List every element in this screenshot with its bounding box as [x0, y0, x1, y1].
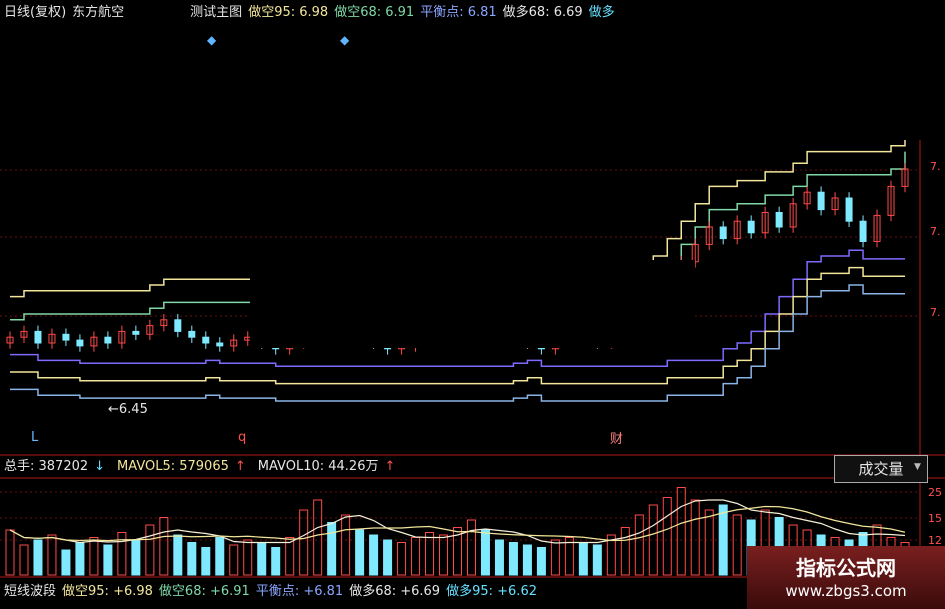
event-marker-l[interactable]: L	[31, 430, 38, 445]
volume-bar	[704, 509, 714, 576]
bottom-long-68: 做多68: +6.69	[349, 584, 441, 599]
volume-bar	[145, 524, 155, 576]
total-hands: 总手: 387202 ↓	[4, 459, 106, 474]
volume-bar	[578, 542, 588, 576]
volume-bar	[341, 514, 351, 576]
volume-bar	[369, 534, 379, 576]
down-arrow-icon: ↓	[94, 459, 106, 474]
volume-bar	[536, 547, 546, 576]
volume-bar	[313, 499, 323, 576]
diamond-marker-icon: ◆	[207, 33, 217, 47]
volume-bar	[159, 517, 169, 576]
price-annotation: ←6.45	[108, 402, 148, 417]
volume-bar	[522, 544, 532, 576]
volume-bar	[117, 532, 127, 576]
volume-bar	[271, 547, 281, 576]
volume-bar	[718, 504, 728, 576]
short-68-value: 做空68: 6.91	[334, 5, 415, 20]
volume-bar	[33, 539, 43, 576]
volume-bar	[411, 537, 421, 576]
bottom-indicator-bar: 短线波段 做空95: +6.98 做空68: +6.91 平衡点: +6.81 做多68…	[4, 583, 543, 601]
volume-bar	[327, 522, 337, 576]
volume-bar	[425, 532, 435, 576]
volume-bar	[732, 514, 742, 576]
price-axis-tick: 7.	[930, 225, 941, 238]
stock-name[interactable]: 东方航空	[72, 5, 124, 20]
volume-bar	[508, 542, 518, 576]
volume-bar	[690, 499, 700, 576]
volume-bar	[285, 537, 295, 576]
volume-bar	[620, 527, 630, 576]
long-68-value: 做多68: 6.69	[502, 5, 583, 20]
volume-bar	[5, 529, 15, 576]
chart-title: 日线(复权)	[4, 5, 67, 20]
diamond-marker-icon: ◆	[340, 33, 350, 47]
top-indicator-bar: 日线(复权) 东方航空 测试主图 做空95: 6.98 做空68: 6.91 平衡点: 6…	[4, 4, 621, 22]
watermark-url: www.zbgs3.com	[785, 582, 907, 600]
bottom-short-95: 做空95: +6.98	[62, 584, 153, 599]
volume-bar	[75, 542, 85, 576]
bottom-long-95: 做多95: +6.62	[446, 584, 537, 599]
volume-bar	[634, 514, 644, 576]
volume-bar	[173, 534, 183, 576]
volume-bar	[131, 539, 141, 576]
mavol5: MAVOL5: 579065 ↑	[117, 459, 246, 474]
mavol10: MAVOL10: 44.26万 ↑	[257, 459, 396, 474]
up-arrow-icon: ↑	[234, 459, 246, 474]
volume-bar	[89, 537, 99, 576]
chevron-down-icon[interactable]: ▼	[914, 462, 921, 472]
volume-bar	[19, 544, 29, 576]
bottom-indicator-name[interactable]: 短线波段	[4, 584, 56, 599]
price-axis-tick: 7.	[930, 306, 941, 319]
volume-axis-tick: 15	[928, 512, 942, 525]
volume-bar	[550, 539, 560, 576]
volume-axis-tick: 25	[928, 486, 942, 499]
volume-bar	[201, 547, 211, 576]
indicator-name[interactable]: 测试主图	[190, 5, 242, 20]
volume-bar	[383, 539, 393, 576]
redacted-region	[250, 260, 695, 348]
volume-bar	[439, 534, 449, 576]
volume-bar	[662, 497, 672, 576]
volume-bar	[187, 542, 197, 576]
volume-bar	[355, 529, 365, 576]
volume-bar	[397, 542, 407, 576]
volume-bar	[257, 542, 267, 576]
volume-bar	[103, 544, 113, 576]
volume-bar	[215, 537, 225, 576]
up-arrow-icon: ↑	[384, 459, 396, 474]
volume-bar	[47, 534, 57, 576]
long-95-fragment: 做多	[588, 5, 615, 20]
volume-indicator-bar: 总手: 387202 ↓ MAVOL5: 579065 ↑ MAVOL10: 44.26…	[4, 458, 407, 476]
stock-chart-window: 日线(复权) 东方航空 测试主图 做空95: 6.98 做空68: 6.91 平衡点: 6…	[0, 0, 945, 609]
watermark: 指标公式网 www.zbgs3.com	[747, 546, 945, 609]
volume-bar	[592, 544, 602, 576]
bottom-short-68: 做空68: +6.91	[158, 584, 250, 599]
event-marker-q[interactable]: q	[238, 430, 246, 445]
volume-bar	[299, 509, 309, 576]
volume-bar	[676, 487, 686, 576]
watermark-title: 指标公式网	[796, 556, 896, 580]
volume-bar	[494, 539, 504, 576]
volume-bar	[61, 549, 71, 576]
price-axis-tick: 7.	[930, 160, 941, 173]
short-95-value: 做空95: 6.98	[248, 5, 329, 20]
volume-bar	[229, 544, 239, 576]
balance-value: 平衡点: 6.81	[420, 5, 497, 20]
bottom-balance: 平衡点: +6.81	[255, 584, 344, 599]
volume-bar	[480, 529, 490, 576]
volume-ma-lines	[9, 499, 906, 544]
volume-bar	[466, 519, 476, 576]
volume-bar	[243, 539, 253, 576]
event-marker-finance[interactable]: 财	[610, 428, 623, 447]
